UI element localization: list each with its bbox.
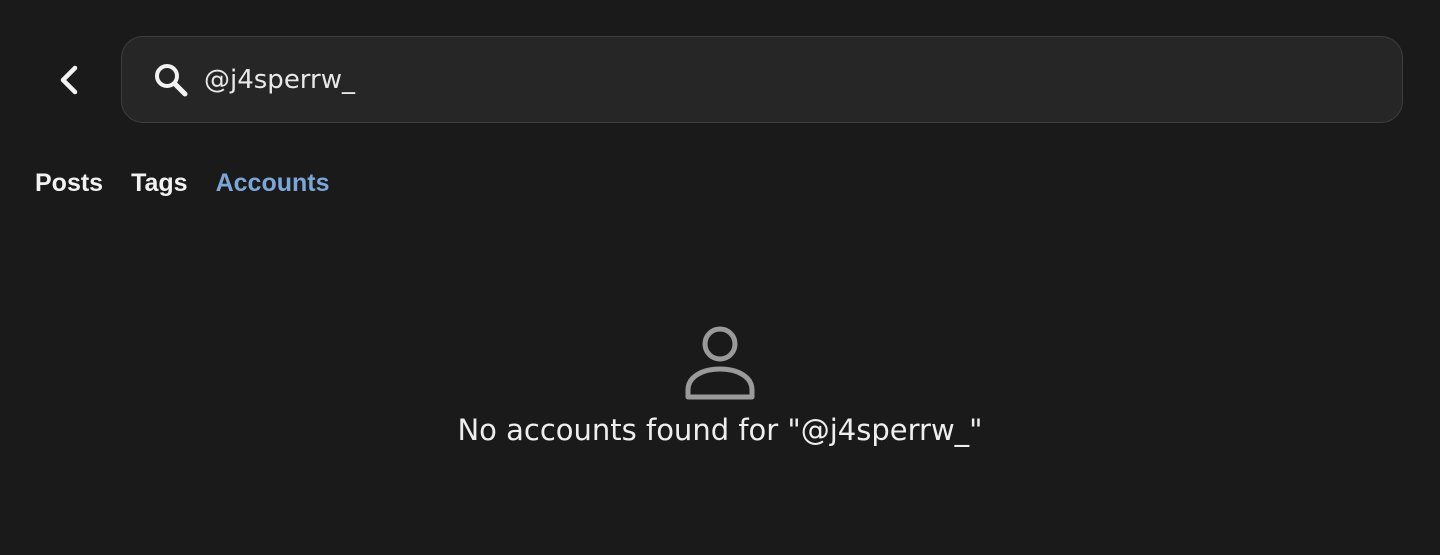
back-button[interactable] [46,56,94,104]
search-input[interactable] [204,57,1364,103]
tab-posts[interactable]: Posts [35,163,103,203]
search-tabs: Posts Tags Accounts [35,163,330,203]
tab-tags[interactable]: Tags [131,163,188,203]
top-bar [0,0,1440,160]
person-icon [685,326,755,400]
search-box[interactable] [121,36,1403,123]
search-icon [155,64,188,97]
empty-message: No accounts found for "@j4sperrw_" [457,413,983,447]
tab-accounts[interactable]: Accounts [216,163,330,203]
chevron-left-icon [60,65,78,95]
empty-state: No accounts found for "@j4sperrw_" [0,322,1440,452]
